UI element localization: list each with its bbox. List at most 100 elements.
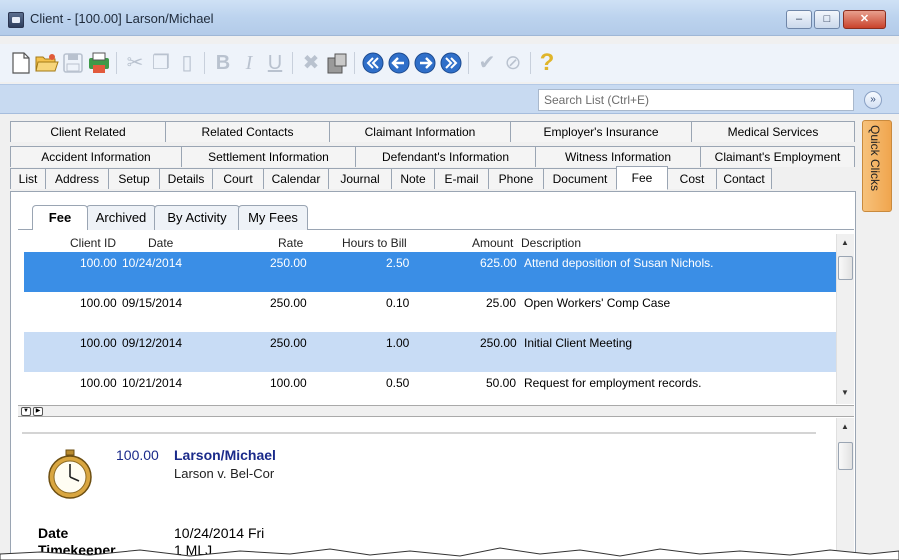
cut-icon[interactable]: ✂: [122, 50, 148, 76]
subtab-fee[interactable]: Fee: [32, 205, 88, 230]
minimize-button[interactable]: –: [786, 10, 812, 29]
cell-rate: 100.00: [270, 376, 307, 390]
last-record-icon[interactable]: [438, 50, 464, 76]
table-row[interactable]: 100.00 10/21/2014 100.00 0.50 50.00 Requ…: [24, 372, 836, 404]
table-row[interactable]: 100.00 10/24/2014 250.00 2.50 625.00 Att…: [24, 252, 836, 292]
cancel-icon[interactable]: ⊘: [500, 50, 526, 76]
new-document-icon[interactable]: [8, 50, 34, 76]
tab-fee[interactable]: Fee: [616, 166, 668, 190]
delete-icon[interactable]: ✖: [298, 50, 324, 76]
tab-list[interactable]: List: [10, 168, 46, 189]
column-amount[interactable]: Amount: [472, 236, 513, 250]
quick-clicks-button[interactable]: Quick Clicks: [862, 120, 892, 212]
cell-amount: 250.00: [480, 336, 517, 350]
tab-cost[interactable]: Cost: [667, 168, 717, 189]
tab-journal[interactable]: Journal: [328, 168, 392, 189]
underline-icon[interactable]: U: [262, 50, 288, 76]
tab-accident-information[interactable]: Accident Information: [10, 146, 182, 167]
paste-icon[interactable]: ▯: [174, 50, 200, 76]
tab-calendar[interactable]: Calendar: [263, 168, 329, 189]
cell-hours: 1.00: [386, 336, 410, 350]
tab-defendants-information[interactable]: Defendant's Information: [355, 146, 536, 167]
cell-date: 10/24/2014: [122, 256, 183, 270]
scrollbar-thumb[interactable]: [838, 256, 853, 280]
tab-row-2: Accident Information Settlement Informat…: [10, 146, 855, 168]
check-icon[interactable]: ✔: [474, 50, 500, 76]
next-record-icon[interactable]: [412, 50, 438, 76]
window-title: Client - [100.00] Larson/Michael: [30, 11, 214, 26]
tab-claimant-information[interactable]: Claimant Information: [329, 121, 511, 142]
cell-description: Initial Client Meeting: [524, 336, 633, 350]
tab-court[interactable]: Court: [212, 168, 264, 189]
scroll-up-arrow-icon[interactable]: ▲: [841, 238, 849, 247]
tab-client-related[interactable]: Client Related: [10, 121, 166, 142]
quick-clicks-label: Quick Clicks: [868, 125, 882, 192]
open-folder-icon[interactable]: [34, 50, 60, 76]
print-icon[interactable]: [86, 50, 112, 76]
table-row[interactable]: 100.00 09/15/2014 250.00 0.10 25.00 Open…: [24, 292, 836, 332]
cell-hours: 0.50: [386, 376, 410, 390]
scroll-down-arrow-icon[interactable]: ▼: [841, 388, 849, 397]
search-strip: »: [0, 84, 899, 114]
collapse-down-icon[interactable]: ▼: [21, 407, 31, 416]
italic-icon[interactable]: I: [236, 50, 262, 76]
tab-claimants-employment[interactable]: Claimant's Employment: [700, 146, 855, 167]
cell-description: Request for employment records.: [524, 376, 702, 390]
fee-list-scrollbar[interactable]: ▲ ▼: [836, 234, 854, 404]
cell-hours: 0.10: [386, 296, 410, 310]
tab-phone[interactable]: Phone: [488, 168, 544, 189]
tab-employers-insurance[interactable]: Employer's Insurance: [510, 121, 692, 142]
table-row[interactable]: 100.00 09/12/2014 250.00 1.00 250.00 Ini…: [24, 332, 836, 372]
cell-rate: 250.00: [270, 336, 307, 350]
subtab-archived[interactable]: Archived: [86, 205, 156, 230]
column-date[interactable]: Date: [148, 236, 173, 250]
cell-amount: 625.00: [480, 256, 517, 270]
tab-settlement-information[interactable]: Settlement Information: [181, 146, 356, 167]
column-rate[interactable]: Rate: [278, 236, 303, 250]
bold-icon[interactable]: B: [210, 50, 236, 76]
torn-edge: [0, 547, 899, 560]
column-description[interactable]: Description: [521, 236, 581, 250]
detail-scroll-up-icon[interactable]: ▲: [841, 422, 849, 431]
pane-splitter[interactable]: ▼ ▶: [18, 405, 854, 417]
tab-row-3: List Address Setup Details Court Calenda…: [10, 166, 854, 190]
tab-setup[interactable]: Setup: [108, 168, 160, 189]
app-icon: [8, 12, 24, 28]
client-window: Client - [100.00] Larson/Michael – □ ✕ ✂…: [0, 0, 899, 560]
cell-description: Open Workers' Comp Case: [524, 296, 671, 310]
column-hours-to-bill[interactable]: Hours to Bill: [342, 236, 407, 250]
cell-date: 09/12/2014: [122, 336, 183, 350]
copy-icon[interactable]: ❐: [148, 50, 174, 76]
maximize-button[interactable]: □: [814, 10, 840, 29]
cell-date: 09/15/2014: [122, 296, 183, 310]
attach-icon[interactable]: [324, 50, 350, 76]
tab-contact[interactable]: Contact: [716, 168, 772, 189]
search-input[interactable]: [538, 89, 854, 111]
cell-amount: 50.00: [486, 376, 517, 390]
first-record-icon[interactable]: [360, 50, 386, 76]
close-button[interactable]: ✕: [843, 10, 886, 29]
cell-date: 10/21/2014: [122, 376, 183, 390]
tab-medical-services[interactable]: Medical Services: [691, 121, 855, 142]
tab-document[interactable]: Document: [543, 168, 617, 189]
column-client-id[interactable]: Client ID: [70, 236, 116, 250]
tab-note[interactable]: Note: [391, 168, 435, 189]
subtab-by-activity[interactable]: By Activity: [154, 205, 240, 230]
cell-client-id: 100.00: [80, 376, 117, 390]
tab-witness-information[interactable]: Witness Information: [535, 146, 701, 167]
stopwatch-icon: [48, 449, 92, 499]
toolbar: ✂ ❐ ▯ B I U ✖ ✔ ⊘ ?: [0, 44, 899, 82]
collapse-right-icon[interactable]: ▶: [33, 407, 43, 416]
tab-details[interactable]: Details: [159, 168, 213, 189]
help-icon[interactable]: ?: [534, 50, 560, 76]
collapse-chevron-icon[interactable]: »: [864, 91, 882, 109]
detail-client-name[interactable]: Larson/Michael: [174, 447, 276, 463]
tab-address[interactable]: Address: [45, 168, 109, 189]
cell-client-id: 100.00: [80, 336, 117, 350]
tab-email[interactable]: E-mail: [434, 168, 489, 189]
subtab-my-fees[interactable]: My Fees: [238, 205, 308, 230]
save-icon[interactable]: [60, 50, 86, 76]
previous-record-icon[interactable]: [386, 50, 412, 76]
tab-related-contacts[interactable]: Related Contacts: [165, 121, 330, 142]
detail-scrollbar-thumb[interactable]: [838, 442, 853, 470]
